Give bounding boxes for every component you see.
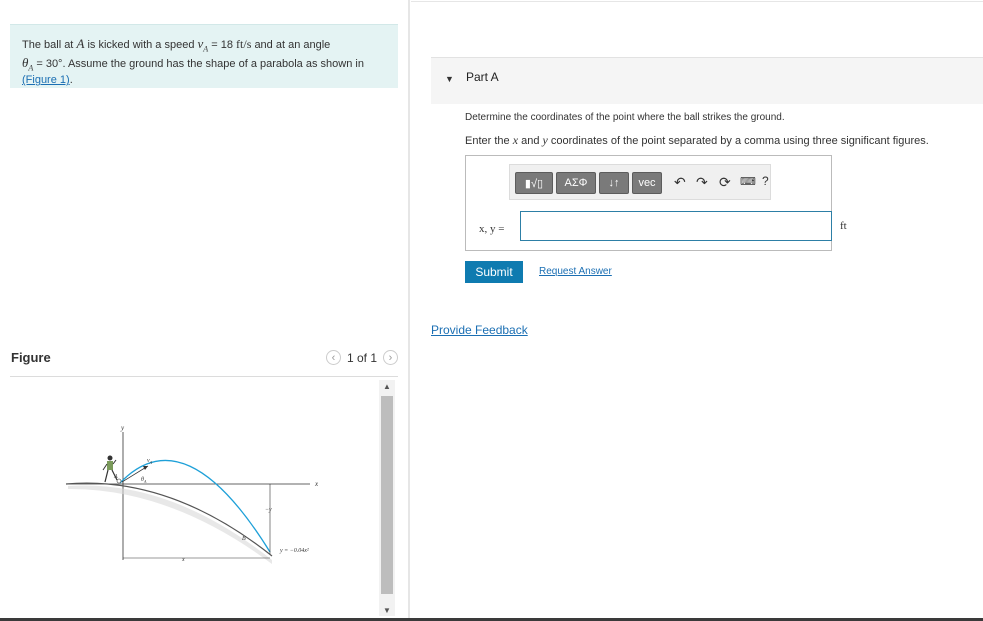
figure-link[interactable]: (Figure 1) <box>22 74 70 86</box>
provide-feedback-link[interactable]: Provide Feedback <box>431 323 528 337</box>
figure-title: Figure <box>11 350 51 365</box>
problem-text: . <box>69 74 73 87</box>
math-toolbar: ▮√▯ ΑΣΦ ↓↑ vec ↶ ↷ ⟳ ⌨ ? <box>509 164 771 200</box>
top-divider <box>411 1 983 2</box>
speed-symbol: vA <box>197 36 209 54</box>
figure-scrollbar[interactable]: ▲ ▼ <box>379 380 395 616</box>
undo-icon[interactable]: ↶ <box>674 174 686 191</box>
point-b-label: B <box>242 536 246 542</box>
parabola-equation: y = −0.04x² <box>279 547 309 554</box>
answer-box: ▮√▯ ΑΣΦ ↓↑ vec ↶ ↷ ⟳ ⌨ ? x, y = ft <box>465 155 847 251</box>
redo-icon[interactable]: ↷ <box>696 174 708 191</box>
templates-button[interactable]: ▮√▯ <box>515 172 553 194</box>
parabola-diagram: y x vA θA A −y B x y = −0.04x² <box>65 424 319 564</box>
y-axis-label: y <box>120 424 125 432</box>
answer-label: x, y = <box>479 223 505 235</box>
x-axis-label: x <box>314 480 319 488</box>
chevron-right-icon[interactable]: › <box>383 350 398 365</box>
theta-label: θA <box>141 477 147 484</box>
reset-icon[interactable]: ⟳ <box>719 174 731 191</box>
angle-symbol: θA <box>22 54 34 73</box>
part-title: Part A <box>466 70 499 84</box>
instruction-text: Enter the x and y coordinates of the poi… <box>465 133 929 147</box>
x-dimension-label: x <box>181 557 185 563</box>
answer-input[interactable] <box>520 211 832 241</box>
scroll-up-icon[interactable]: ▲ <box>379 380 395 392</box>
problem-text: . Assume the ground has the shape of a p… <box>62 57 364 70</box>
caret-down-icon[interactable]: ▼ <box>445 74 454 84</box>
problem-text: and at an angle <box>254 39 331 51</box>
scroll-thumb[interactable] <box>381 396 393 594</box>
ground-parabola <box>65 482 273 557</box>
kicker-figure <box>102 455 122 484</box>
velocity-label: vA <box>147 458 153 465</box>
problem-text: The ball at <box>22 39 74 51</box>
question-text: Determine the coordinates of the point w… <box>465 112 785 123</box>
figure-pager: ‹ 1 of 1 › <box>325 350 398 365</box>
answer-unit: ft <box>840 220 847 232</box>
vector-button[interactable]: vec <box>632 172 662 194</box>
greek-button[interactable]: ΑΣΦ <box>556 172 596 194</box>
velocity-arrowhead <box>143 466 148 470</box>
speed-unit: ft/s <box>236 37 252 51</box>
point-a-symbol: A <box>76 36 85 51</box>
problem-text: is kicked with a speed <box>87 39 195 51</box>
scroll-down-icon[interactable]: ▼ <box>379 604 395 616</box>
chevron-left-icon[interactable]: ‹ <box>325 350 341 365</box>
figure-header: Figure ‹ 1 of 1 › <box>10 348 398 377</box>
keyboard-icon[interactable]: ⌨ <box>740 175 756 188</box>
speed-value: = 18 <box>211 39 233 51</box>
point-a-label: A <box>113 474 118 480</box>
submit-button[interactable]: Submit <box>465 261 523 283</box>
angle-value: = 30° <box>36 57 63 70</box>
left-panel: The ball at A is kicked with a speed vA … <box>0 0 406 621</box>
panel-divider <box>408 0 410 621</box>
figure-diagram: y x vA θA A −y B x y = −0.04x² <box>10 380 376 616</box>
problem-statement: The ball at A is kicked with a speed vA … <box>10 24 398 88</box>
help-button[interactable]: ? <box>762 174 769 188</box>
request-answer-link[interactable]: Request Answer <box>539 266 612 277</box>
page-count: 1 of 1 <box>346 350 377 365</box>
part-a-header[interactable]: ▼ Part A <box>431 57 983 104</box>
right-panel: ▼ Part A Determine the coordinates of th… <box>411 0 983 621</box>
arrows-button[interactable]: ↓↑ <box>599 172 629 194</box>
minus-y-label: −y <box>265 507 272 513</box>
